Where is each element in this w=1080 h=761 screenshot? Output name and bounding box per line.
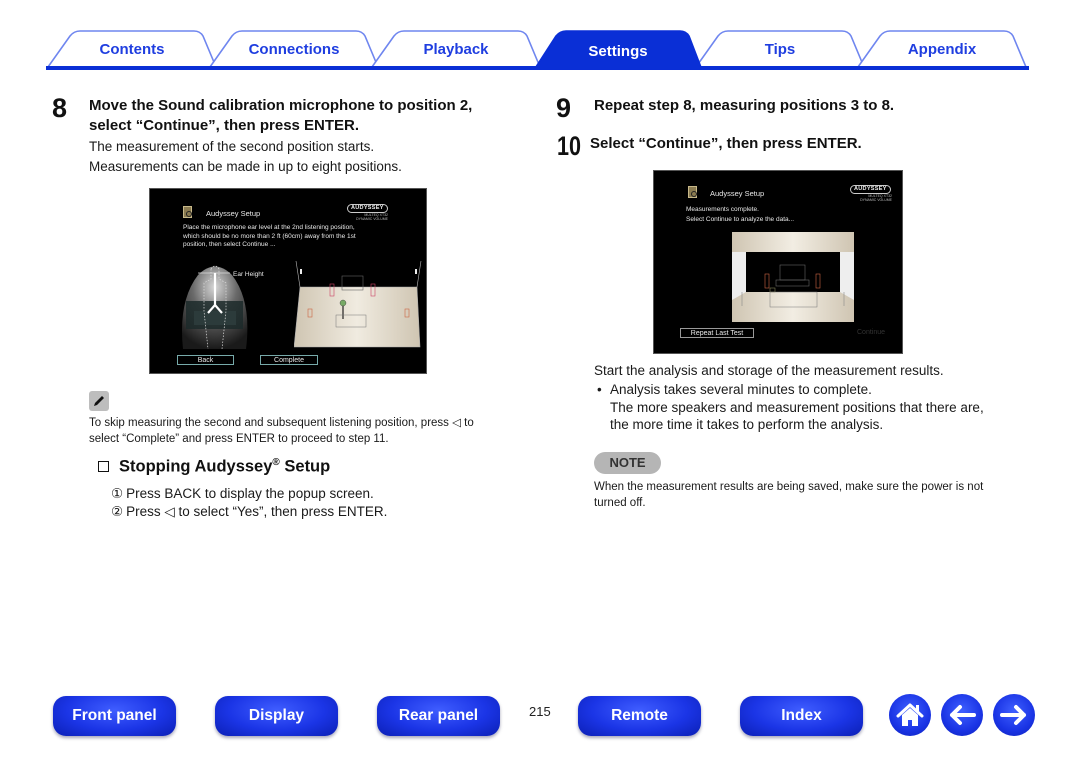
- ear-height-label: Ear Height: [233, 271, 264, 278]
- list-item: ① Press BACK to display the popup screen.: [111, 485, 387, 503]
- note-badge: NOTE: [594, 452, 661, 474]
- tab-label: Tips: [764, 41, 796, 58]
- step-title: Repeat step 8, measuring positions 3 to …: [594, 97, 895, 114]
- screen-message: Place the microphone ear level at the 2n…: [183, 224, 423, 250]
- bullet-line: The more speakers and measurement positi…: [610, 399, 984, 415]
- index-button[interactable]: Index: [740, 696, 863, 736]
- message-line: Select Continue to analyze the data...: [686, 215, 795, 223]
- front-panel-button[interactable]: Front panel: [53, 696, 176, 736]
- bullet-dot: •: [597, 382, 602, 397]
- tip-line: select “Complete” and press ENTER to pro…: [89, 433, 389, 445]
- tab-label: Settings: [588, 42, 648, 60]
- step-text: Press ◁ to select “Yes”, then press ENTE…: [126, 504, 388, 519]
- registered-mark: ®: [272, 457, 280, 468]
- home-button[interactable]: [889, 694, 931, 736]
- step-number: 9: [556, 93, 572, 123]
- message-line: position, then select Continue ...: [183, 241, 276, 248]
- bullet-text: Analysis takes several minutes to comple…: [610, 382, 872, 397]
- room-diagram: [294, 260, 422, 348]
- checkbox-square-icon: [98, 460, 109, 472]
- message-line: Place the microphone ear level at the 2n…: [183, 224, 355, 231]
- home-icon: [896, 703, 924, 726]
- step-description: The measurement of the second position s…: [89, 137, 402, 177]
- step-title: Move the Sound calibration microphone to…: [89, 96, 472, 136]
- back-arrow-icon: [950, 705, 976, 725]
- stop-steps-list: ① Press BACK to display the popup screen.…: [111, 485, 387, 521]
- description-line: Measurements can be made in up to eight …: [89, 159, 402, 174]
- tab-appendix[interactable]: Appendix: [856, 30, 1028, 67]
- bullet-line: the more time it takes to perform the an…: [610, 417, 884, 432]
- section-heading: Stopping Audyssey® Setup: [98, 457, 330, 477]
- step-title-line: select “Continue”, then press ENTER.: [89, 117, 360, 134]
- section-title: Stopping Audyssey: [119, 457, 273, 476]
- tip-line: To skip measuring the second and subsequ…: [89, 417, 474, 429]
- message-line: Measurements complete.: [686, 206, 759, 213]
- page-number: 215: [529, 704, 551, 719]
- tab-label: Playback: [423, 41, 489, 58]
- continue-button[interactable]: Continue: [857, 329, 885, 336]
- pencil-icon: [89, 391, 109, 411]
- message-line: which should be no more than 2 ft (60cm)…: [183, 232, 356, 240]
- logo-subtitle: MULTEQ XT32 DYNAMIC VOLUME: [854, 194, 892, 202]
- bullet-line: • Analysis takes several minutes to compl…: [597, 381, 984, 399]
- rear-panel-button[interactable]: Rear panel: [377, 696, 500, 736]
- tab-bar: Contents Connections Playback Tips Appen…: [46, 30, 1029, 70]
- setup-screen-complete: Audyssey Setup AUDYSSEY MULTEQ XT32 DYNA…: [653, 170, 903, 354]
- note-text: When the measurement results are being s…: [594, 479, 983, 511]
- remote-button[interactable]: Remote: [578, 696, 701, 736]
- note-line: turned off.: [594, 497, 646, 509]
- speaker-icon: [688, 186, 697, 198]
- tab-playback[interactable]: Playback: [370, 30, 542, 67]
- setup-screen-position2: Audyssey Setup AUDYSSEY MULTEQ XT32 DYNA…: [149, 188, 427, 374]
- back-button[interactable]: Back: [177, 355, 234, 365]
- audyssey-logo: AUDYSSEY: [850, 185, 891, 194]
- list-item: ② Press ◁ to select “Yes”, then press ENT…: [111, 503, 387, 521]
- screen-message: Measurements complete. Select Continue t…: [686, 205, 886, 224]
- tab-label: Appendix: [907, 41, 977, 58]
- analysis-bullet: • Analysis takes several minutes to compl…: [597, 381, 984, 434]
- display-button[interactable]: Display: [215, 696, 338, 736]
- pencil-glyph: [94, 396, 104, 406]
- description-line: The measurement of the second position s…: [89, 139, 375, 154]
- step-title: Select “Continue”, then press ENTER.: [590, 135, 862, 152]
- audyssey-logo: AUDYSSEY: [347, 204, 388, 213]
- complete-button[interactable]: Complete: [260, 355, 318, 365]
- tab-settings[interactable]: Settings: [532, 30, 704, 70]
- tab-contents[interactable]: Contents: [46, 30, 218, 67]
- tab-tips[interactable]: Tips: [694, 30, 866, 67]
- step-marker: ①: [111, 486, 124, 501]
- forward-page-button[interactable]: [993, 694, 1035, 736]
- speaker-icon: [183, 206, 192, 218]
- tip-text: To skip measuring the second and subsequ…: [89, 415, 474, 447]
- section-title-end: Setup: [279, 457, 331, 476]
- screen-title: Audyssey Setup: [206, 209, 261, 218]
- tab-connections[interactable]: Connections: [208, 30, 380, 67]
- step-title-line: Move the Sound calibration microphone to…: [89, 97, 473, 114]
- logo-subtitle-line: DYNAMIC VOLUME: [860, 198, 892, 202]
- step-marker: ②: [111, 504, 124, 519]
- note-line: When the measurement results are being s…: [594, 481, 984, 493]
- screen-title: Audyssey Setup: [710, 189, 765, 198]
- step-number: 8: [52, 93, 68, 123]
- tab-label: Contents: [99, 41, 165, 58]
- tab-label: Connections: [248, 41, 340, 58]
- forward-arrow-icon: [1000, 705, 1026, 725]
- back-page-button[interactable]: [941, 694, 983, 736]
- logo-subtitle: MULTEQ XT32 DYNAMIC VOLUME: [350, 213, 388, 221]
- room-front-diagram: [732, 232, 854, 322]
- analysis-description: Start the analysis and storage of the me…: [594, 363, 944, 378]
- step-text: Press BACK to display the popup screen.: [126, 486, 374, 501]
- step-number: 10: [557, 131, 582, 161]
- logo-subtitle-line: DYNAMIC VOLUME: [356, 217, 388, 221]
- repeat-last-test-button[interactable]: Repeat Last Test: [680, 328, 754, 338]
